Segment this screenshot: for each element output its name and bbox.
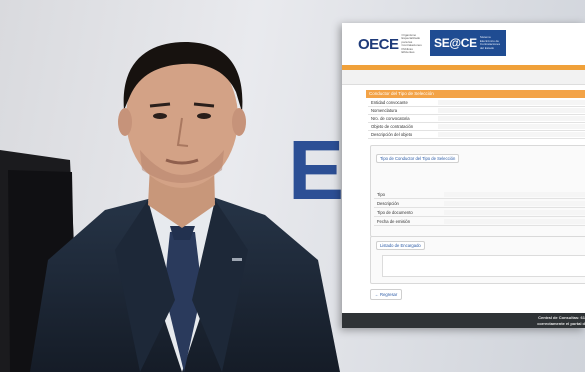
field-label: Nomenclatura xyxy=(371,108,398,113)
field-nomenclatura: Nomenclatura xyxy=(368,107,585,115)
field-value xyxy=(438,108,585,113)
field-value xyxy=(444,201,585,206)
field-label: Tipo xyxy=(377,192,385,197)
section-listado-legend: Listado de Encargado xyxy=(376,241,425,250)
site-footer: Central de Consultas: 61 correctamente e… xyxy=(342,313,585,328)
field-value xyxy=(438,132,585,137)
seace-logo[interactable]: SE@CE Sistema Electrónico de Contratacio… xyxy=(430,30,506,56)
oece-logo-text: OECE xyxy=(358,35,399,53)
seace-screen: OECE Organismo Especializado para las Co… xyxy=(342,23,585,328)
footer-note: correctamente el portal d xyxy=(537,321,585,326)
field-label: Entidad convocante xyxy=(371,100,408,105)
field-label: Tipo de documento xyxy=(377,210,413,215)
field-fecha-emision: Fecha de emisión xyxy=(374,218,585,226)
field-objeto: Objeto de contratación xyxy=(368,123,585,131)
field-value xyxy=(444,210,585,215)
field-value xyxy=(444,219,585,224)
panel-title: Conductor del Tipo de Selección xyxy=(366,90,585,98)
oece-logo-subtitle: Organismo Especializado para las Contrat… xyxy=(401,32,422,54)
field-value xyxy=(444,192,585,197)
field-value xyxy=(438,116,585,121)
field-label: Nro. de convocatoria xyxy=(371,116,410,121)
field-tipo-documento: Tipo de documento xyxy=(374,209,585,217)
field-nro-convocatoria: Nro. de convocatoria xyxy=(368,115,585,123)
encargado-list[interactable] xyxy=(382,255,585,277)
section-tipo-legend: Tipo de Conductor del Tipo de Selección xyxy=(376,154,460,163)
field-label: Fecha de emisión xyxy=(377,219,411,224)
field-label: Descripción del objeto xyxy=(371,132,413,137)
field-tipo: Tipo xyxy=(374,191,585,199)
toolbar-strip xyxy=(342,70,585,85)
field-descripcion: Descripción xyxy=(374,200,585,208)
field-label: Descripción xyxy=(377,201,399,206)
field-entidad: Entidad convocante xyxy=(368,99,585,107)
seace-logo-subtitle: Sistema Electrónico de Contrataciones de… xyxy=(479,35,501,50)
brand-letter-e: E xyxy=(288,123,345,217)
seace-logo-text: SE@CE xyxy=(434,36,477,50)
field-label: Objeto de contratación xyxy=(371,124,414,129)
field-value xyxy=(438,124,585,129)
field-descripcion-objeto: Descripción del objeto xyxy=(368,131,585,139)
back-button[interactable]: ← Regresar xyxy=(370,289,402,300)
site-header: OECE Organismo Especializado para las Co… xyxy=(342,23,585,65)
oece-logo[interactable]: OECE Organismo Especializado para las Co… xyxy=(358,33,424,55)
field-value xyxy=(438,100,585,105)
footer-contact: Central de Consultas: 61 xyxy=(538,315,585,320)
